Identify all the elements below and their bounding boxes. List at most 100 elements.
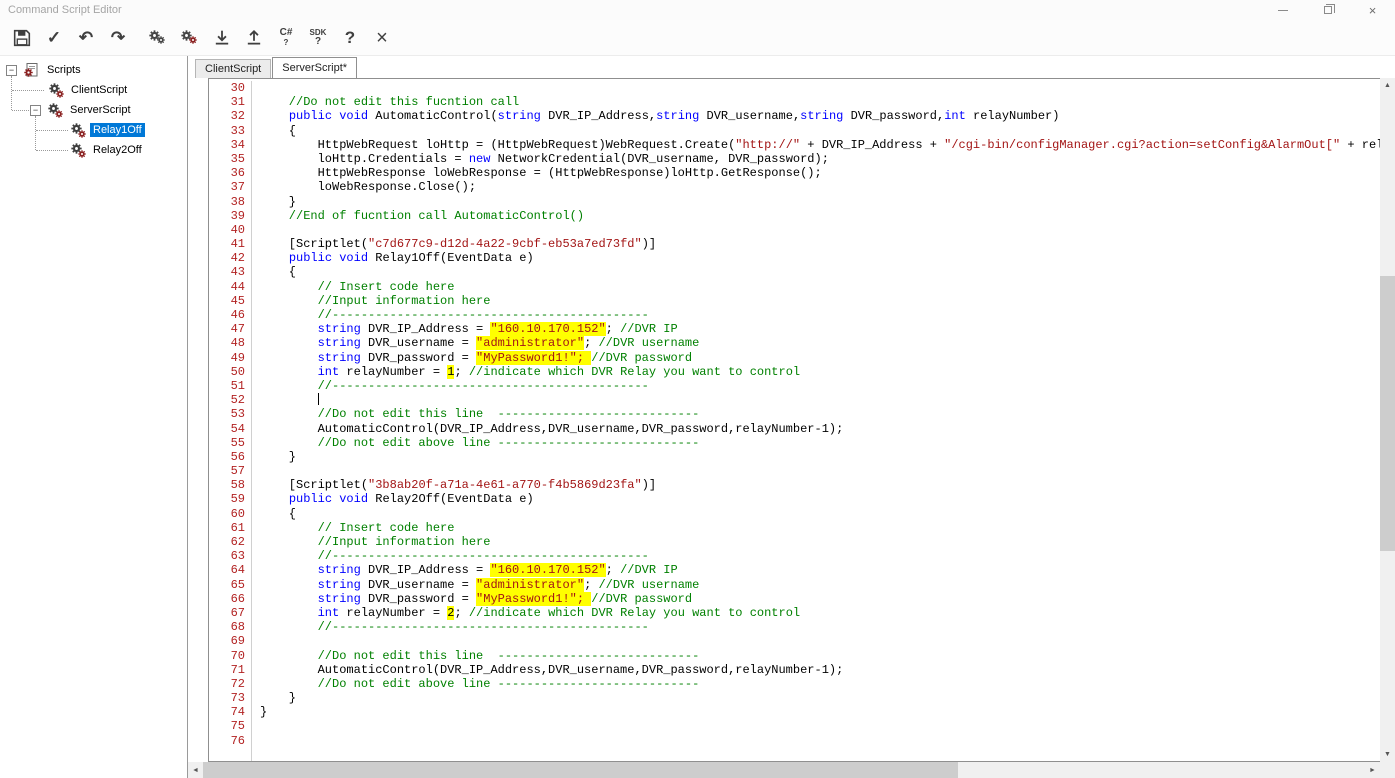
redo-button[interactable]: ↷ <box>102 24 134 52</box>
line-number: 36 <box>209 166 245 180</box>
script-gears-button[interactable] <box>142 24 174 52</box>
gear-script-icon <box>48 82 64 98</box>
code-area[interactable]: //Do not edit this fucntion call public … <box>251 81 1380 761</box>
code-line: //End of fucntion call AutomaticControl(… <box>260 209 1380 223</box>
tree-item-scripts[interactable]: − Scripts <box>0 60 187 80</box>
scroll-left-button[interactable]: ◄ <box>188 762 203 778</box>
line-number: 31 <box>209 95 245 109</box>
code-token: //Do not edit above line ---------------… <box>260 677 699 691</box>
script-tree: − Scripts ClientScript − <box>0 56 188 778</box>
check-icon: ✓ <box>47 29 61 46</box>
code-token: } <box>260 195 296 209</box>
code-token: DVR_IP_Address = <box>361 563 491 577</box>
code-line: int relayNumber = 2; //indicate which DV… <box>260 606 1380 620</box>
scripts-root-icon <box>24 62 40 78</box>
code-token: AutomaticControl(DVR_IP_Address,DVR_user… <box>260 422 843 436</box>
minimize-icon <box>1278 10 1288 11</box>
scroll-up-button[interactable]: ▲ <box>1380 78 1395 93</box>
code-token: { <box>260 507 296 521</box>
scroll-right-button[interactable]: ► <box>1365 762 1380 778</box>
line-number: 42 <box>209 251 245 265</box>
code-token: //Do not edit this line ----------------… <box>260 649 699 663</box>
tree-item-label: Scripts <box>44 63 84 77</box>
collapse-icon[interactable]: − <box>30 105 41 116</box>
tab-serverscript[interactable]: ServerScript* <box>272 57 357 78</box>
code-token: [Scriptlet( <box>260 478 368 492</box>
code-line: AutomaticControl(DVR_IP_Address,DVR_user… <box>260 663 1380 677</box>
tab-clientscript[interactable]: ClientScript <box>195 59 271 78</box>
code-token: HttpWebRequest loHttp = (HttpWebRequest)… <box>260 138 735 152</box>
code-token: //DVR username <box>598 336 699 350</box>
code-editor[interactable]: 3031323334353637383940414243444546474849… <box>208 78 1380 762</box>
code-token: //DVR IP <box>620 322 678 336</box>
code-token: //--------------------------------------… <box>260 308 649 322</box>
tree-item-clientscript[interactable]: ClientScript <box>0 80 187 100</box>
code-line: } <box>260 450 1380 464</box>
undo-icon: ↶ <box>79 29 93 46</box>
code-line: //--------------------------------------… <box>260 620 1380 634</box>
collapse-icon[interactable]: − <box>6 65 17 76</box>
line-number: 47 <box>209 322 245 336</box>
line-number: 71 <box>209 663 245 677</box>
line-number: 63 <box>209 549 245 563</box>
tree-item-label: Relay2Off <box>90 143 145 157</box>
sdk-help-button[interactable]: SDK ? <box>302 24 334 52</box>
code-line: } <box>260 705 1380 719</box>
help-button[interactable]: ? <box>334 24 366 52</box>
code-token: new <box>469 152 491 166</box>
code-line <box>260 734 1380 748</box>
titlebar: Command Script Editor × <box>0 0 1395 20</box>
export-button[interactable] <box>238 24 270 52</box>
minimize-button[interactable] <box>1260 0 1305 20</box>
import-button[interactable] <box>206 24 238 52</box>
line-number: 38 <box>209 195 245 209</box>
code-token: string <box>656 109 699 123</box>
gear-script-icon <box>70 142 86 158</box>
code-token: void <box>339 109 368 123</box>
text-caret <box>318 393 319 405</box>
line-number: 58 <box>209 478 245 492</box>
code-token: void <box>339 492 368 506</box>
undo-button[interactable]: ↶ <box>70 24 102 52</box>
code-line: //--------------------------------------… <box>260 379 1380 393</box>
code-line: //Do not edit above line ---------------… <box>260 436 1380 450</box>
horizontal-scrollbar[interactable]: ◄ ► <box>188 762 1380 778</box>
close-window-button[interactable]: × <box>1350 0 1395 20</box>
code-token: loWebResponse.Close(); <box>260 180 476 194</box>
code-token: ; <box>584 578 598 592</box>
horizontal-scroll-track[interactable] <box>203 762 1365 778</box>
code-token: //--------------------------------------… <box>260 379 649 393</box>
code-token: "MyPassword1!"; <box>476 351 591 365</box>
validate-button[interactable]: ✓ <box>38 24 70 52</box>
tree-item-serverscript[interactable]: − ServerScript <box>0 100 187 120</box>
horizontal-scroll-thumb[interactable] <box>203 762 958 778</box>
code-line: } <box>260 691 1380 705</box>
restore-button[interactable] <box>1305 0 1350 20</box>
script-gears-alt-button[interactable] <box>174 24 206 52</box>
save-button[interactable] <box>6 24 38 52</box>
code-token: [Scriptlet( <box>260 237 368 251</box>
scroll-down-button[interactable]: ▼ <box>1380 747 1395 762</box>
main-area: − Scripts ClientScript − <box>0 56 1395 778</box>
code-token: public <box>289 251 332 265</box>
code-token: "160.10.170.152" <box>490 563 605 577</box>
vertical-scroll-track[interactable] <box>1380 93 1395 747</box>
tree-item-relay1off[interactable]: Relay1Off <box>0 120 187 140</box>
code-token: //Do not edit this fucntion call <box>260 95 519 109</box>
code-token: loHttp.Credentials = <box>260 152 469 166</box>
scroll-right-icon: ► <box>1369 767 1376 774</box>
gear-script-icon <box>47 102 63 118</box>
close-icon: × <box>1369 4 1377 17</box>
code-line: } <box>260 195 1380 209</box>
code-line: string DVR_username = "administrator"; /… <box>260 336 1380 350</box>
code-token: relayNumber) <box>966 109 1060 123</box>
restore-icon <box>1324 6 1332 14</box>
close-editor-button[interactable]: × <box>366 24 398 52</box>
tree-item-relay2off[interactable]: Relay2Off <box>0 140 187 160</box>
tab-label: ClientScript <box>205 63 261 75</box>
vertical-scrollbar[interactable]: ▲ ▼ <box>1380 78 1395 762</box>
code-token: DVR_password = <box>361 351 476 365</box>
csharp-help-button[interactable]: C# ? <box>270 24 302 52</box>
code-line: string DVR_password = "MyPassword1!"; //… <box>260 351 1380 365</box>
vertical-scroll-thumb[interactable] <box>1380 276 1395 551</box>
